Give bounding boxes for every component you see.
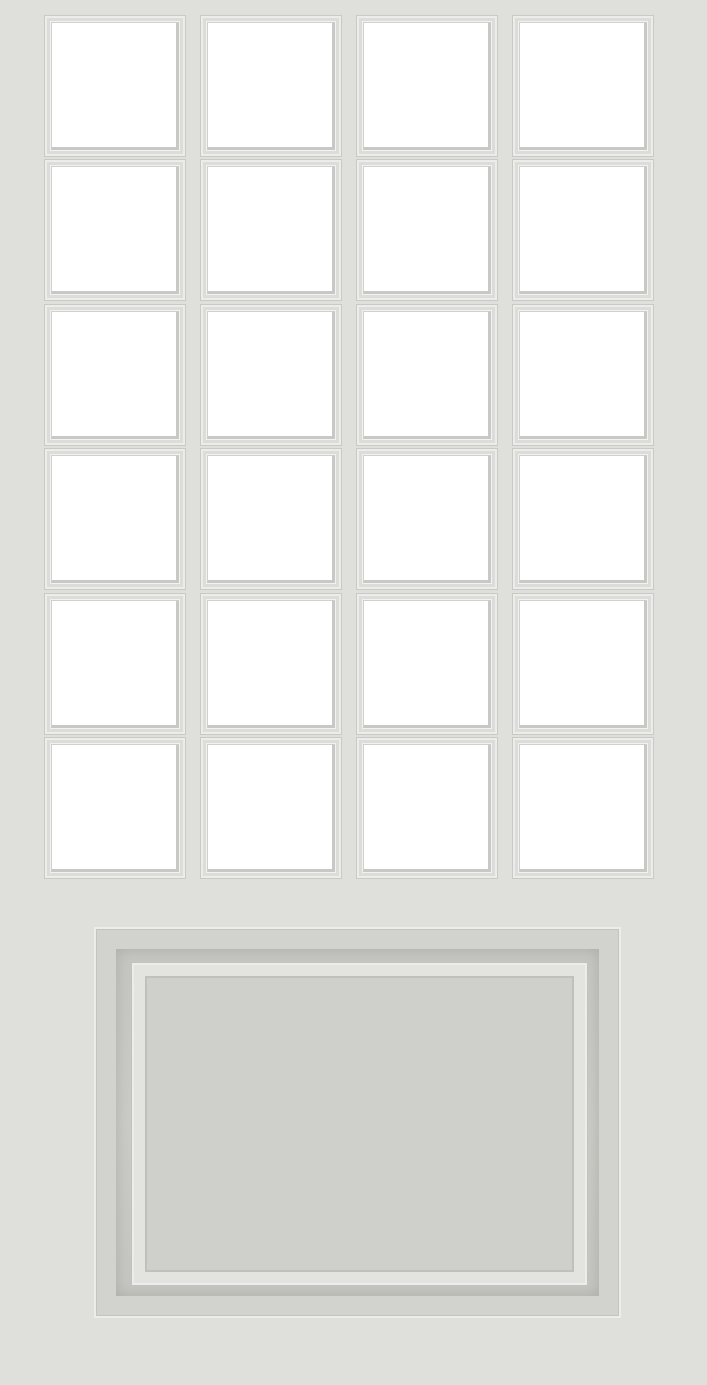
glass-lite xyxy=(201,304,341,445)
raised-panel-field xyxy=(145,976,574,1272)
glass-lite xyxy=(513,16,653,156)
glass-pane xyxy=(207,22,335,150)
glass-pane xyxy=(51,310,179,439)
glass-pane xyxy=(207,455,335,584)
glass-lite xyxy=(357,16,497,156)
glass-pane xyxy=(519,599,647,728)
glass-lite xyxy=(513,737,653,878)
glass-lite xyxy=(201,160,341,301)
glass-pane xyxy=(363,310,491,439)
glass-pane xyxy=(207,743,335,872)
glass-lite xyxy=(513,304,653,445)
glass-pane xyxy=(207,310,335,439)
glass-lite xyxy=(201,593,341,734)
glass-pane xyxy=(519,310,647,439)
glass-pane xyxy=(51,599,179,728)
glass-pane xyxy=(363,743,491,872)
glass-lite xyxy=(201,449,341,590)
glass-pane xyxy=(51,22,179,150)
glass-pane xyxy=(519,455,647,584)
glass-pane xyxy=(51,743,179,872)
glass-lite xyxy=(357,160,497,301)
glass-pane xyxy=(519,743,647,872)
glass-pane xyxy=(519,22,647,150)
glass-lite xyxy=(201,16,341,156)
glass-lite xyxy=(45,304,185,445)
glass-lite xyxy=(45,160,185,301)
glass-pane xyxy=(207,599,335,728)
glass-lite xyxy=(513,449,653,590)
glass-pane xyxy=(363,455,491,584)
glass-pane xyxy=(363,599,491,728)
glass-pane xyxy=(519,166,647,295)
glass-lite xyxy=(357,449,497,590)
glass-lite xyxy=(513,160,653,301)
door-elevation xyxy=(0,0,707,1385)
glass-lite xyxy=(513,593,653,734)
glass-lite xyxy=(201,737,341,878)
glass-pane xyxy=(51,455,179,584)
glass-lite xyxy=(45,593,185,734)
glass-lite xyxy=(45,16,185,156)
glass-lite xyxy=(357,304,497,445)
raised-panel-frame xyxy=(132,963,587,1285)
glass-lite xyxy=(45,449,185,590)
glass-lite xyxy=(357,593,497,734)
glass-pane xyxy=(51,166,179,295)
glass-lite xyxy=(45,737,185,878)
glass-lite-grid xyxy=(45,16,655,878)
glass-pane xyxy=(207,166,335,295)
glass-pane xyxy=(363,22,491,150)
raised-panel-recess xyxy=(94,927,621,1318)
glass-lite xyxy=(357,737,497,878)
glass-pane xyxy=(363,166,491,295)
